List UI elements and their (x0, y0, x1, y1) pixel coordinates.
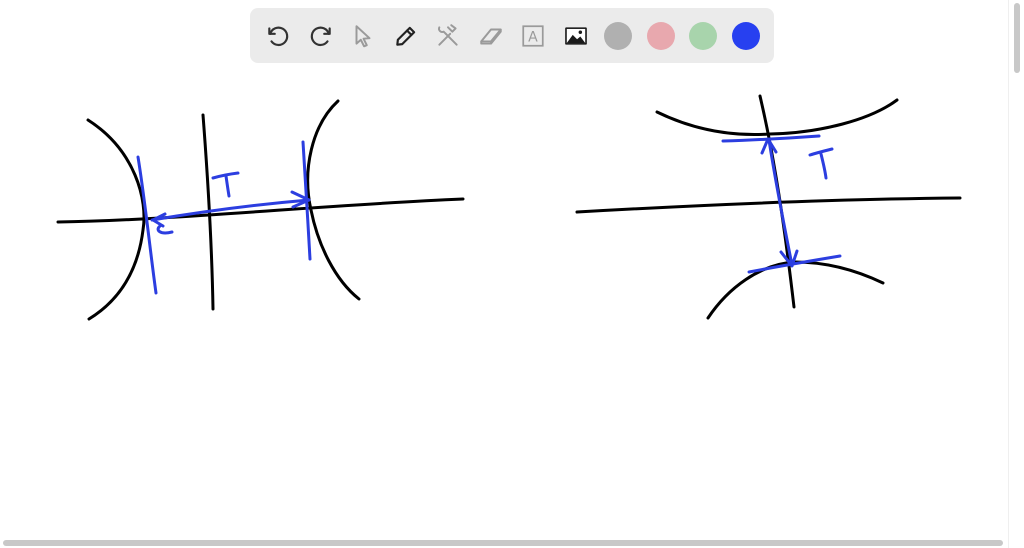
undo-button[interactable] (262, 20, 294, 52)
undo-icon (268, 26, 289, 46)
color-pink-button[interactable] (645, 20, 677, 52)
color-blue-button[interactable] (730, 20, 762, 52)
image-button[interactable] (560, 20, 592, 52)
vertical-scrollbar-thumb[interactable] (1014, 3, 1020, 73)
color-swatch-pink (646, 21, 675, 50)
hammer-wrench-icon (438, 23, 458, 46)
color-gray-button[interactable] (602, 20, 634, 52)
color-swatch-gray (604, 21, 632, 50)
drawing-toolbar: A (250, 8, 774, 63)
pointer-icon (355, 24, 371, 47)
right-label-t-stem (819, 152, 828, 180)
text-box-icon: A (522, 24, 544, 47)
horizontal-scrollbar-thumb[interactable] (3, 540, 1003, 546)
redo-icon (310, 26, 331, 46)
right-top-tangent-line (721, 134, 821, 143)
eraser-icon (479, 28, 502, 45)
horizontal-scrollbar[interactable] (0, 538, 1008, 548)
image-icon (564, 26, 587, 45)
left-vertex-mark (156, 224, 174, 235)
right-hyperbola-bottom-branch (706, 260, 885, 320)
left-horizontal-axis (56, 197, 465, 224)
text-button[interactable]: A (517, 20, 549, 52)
color-swatch-green (689, 21, 717, 50)
right-horizontal-axis (575, 196, 962, 214)
right-hyperbola-top-branch (655, 98, 899, 137)
text-box-glyph: A (528, 29, 538, 45)
color-swatch-blue (731, 21, 760, 50)
vertical-scrollbar[interactable] (1008, 0, 1024, 548)
select-button[interactable] (347, 20, 379, 52)
pen-icon (395, 26, 415, 46)
tools-button[interactable] (432, 20, 464, 52)
eraser-button[interactable] (475, 20, 507, 52)
left-hyperbola-right-branch (306, 99, 361, 301)
drawing-canvas[interactable]: T T (0, 0, 1024, 548)
pen-button[interactable] (390, 20, 422, 52)
left-label-t-stem (224, 174, 231, 198)
color-green-button[interactable] (687, 20, 719, 52)
redo-button[interactable] (305, 20, 337, 52)
left-vertex-tangent-line (136, 155, 158, 295)
